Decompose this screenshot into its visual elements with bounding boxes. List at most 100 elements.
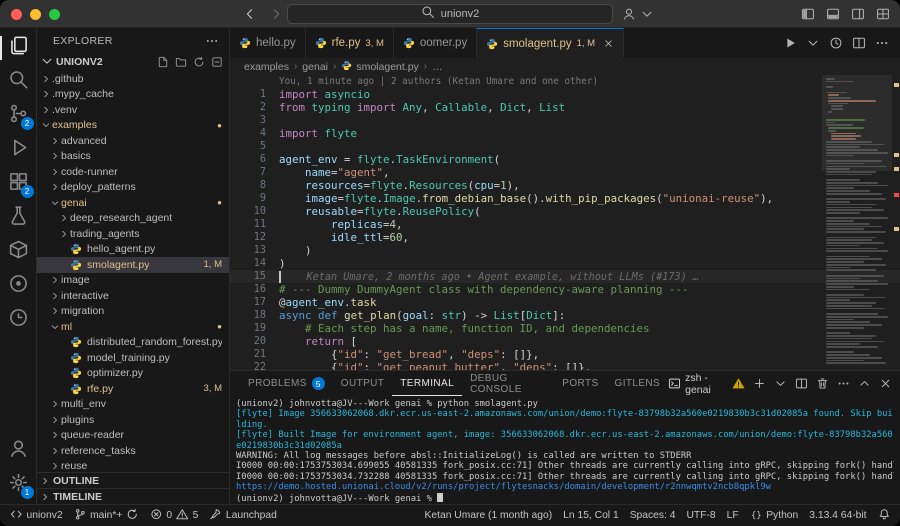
line-number[interactable]: 17 — [230, 296, 266, 309]
customize-layout-button[interactable] — [876, 7, 890, 21]
views-more-actions-button[interactable] — [205, 34, 219, 48]
code-line-20[interactable]: 20 return [ — [230, 335, 900, 348]
activity-settings[interactable]: 1 — [0, 468, 37, 502]
tree-item-queue-reader[interactable]: queue-reader — [37, 428, 229, 444]
status-encoding[interactable]: UTF-8 — [686, 510, 715, 521]
panel-more-actions-button[interactable] — [837, 377, 850, 390]
status-gitlens-blame[interactable]: Ketan Umare (1 month ago) — [425, 510, 553, 521]
tab-smolagent-py[interactable]: smolagent.py1, M — [477, 28, 624, 58]
zoom-window-button[interactable] — [49, 9, 60, 20]
code-line-2[interactable]: 2from typing import Any, Callable, Dict,… — [230, 101, 900, 114]
workspace-section-header[interactable]: UNIONV2 — [37, 53, 229, 71]
line-number[interactable]: 8 — [230, 179, 266, 192]
copilot-caret-icon[interactable] — [640, 7, 654, 26]
status-problems[interactable]: 05 — [150, 508, 198, 524]
new-folder-button[interactable] — [175, 56, 187, 68]
back-icon[interactable] — [243, 7, 257, 21]
tab-hello-py[interactable]: hello.py — [230, 28, 306, 58]
panel-tab-debug-console[interactable]: DEBUG CONSOLE — [462, 371, 554, 396]
section-outline[interactable]: OUTLINE — [37, 472, 229, 488]
breadcrumb-item-smolagent-py[interactable]: smolagent.py — [341, 60, 418, 74]
code-line-9[interactable]: 9 image=flyte.Image.from_debian_base().w… — [230, 192, 900, 205]
tree-item-image[interactable]: image — [37, 273, 229, 289]
panel-tab-terminal[interactable]: TERMINAL — [392, 371, 462, 396]
line-number[interactable]: 15 — [230, 270, 266, 283]
terminal-dropdown-button[interactable] — [774, 377, 787, 390]
tree-item-deploy-patterns[interactable]: deploy_patterns — [37, 180, 229, 196]
new-terminal-button[interactable] — [753, 377, 766, 390]
section-timeline[interactable]: TIMELINE — [37, 488, 229, 504]
activity-source-control[interactable]: 2 — [0, 99, 37, 133]
line-number[interactable]: 5 — [230, 140, 266, 153]
line-number[interactable]: 11 — [230, 218, 266, 231]
tree-item-migration[interactable]: migration — [37, 304, 229, 320]
panel-tab-gitlens[interactable]: GITLENS — [607, 371, 669, 396]
status-python-interpreter[interactable]: 3.13.4 64-bit — [809, 510, 866, 521]
line-number[interactable]: 4 — [230, 127, 266, 140]
line-number[interactable]: 3 — [230, 114, 266, 127]
run-python-file-button[interactable] — [783, 36, 797, 50]
line-number[interactable]: 20 — [230, 335, 266, 348]
tree-item-reuse[interactable]: reuse — [37, 459, 229, 473]
activity-union[interactable] — [0, 269, 37, 303]
maximize-panel-button[interactable] — [858, 377, 871, 390]
code-line-8[interactable]: 8 resources=flyte.Resources(cpu=1), — [230, 179, 900, 192]
split-terminal-button[interactable] — [795, 377, 808, 390]
tree-item-smolagent-py[interactable]: smolagent.py1, M — [37, 257, 229, 273]
panel-tab-output[interactable]: OUTPUT — [333, 371, 393, 396]
tab-rfe-py[interactable]: rfe.py3, M — [306, 28, 394, 58]
code-line-15[interactable]: 15Ketan Umare, 2 months ago • Agent exam… — [230, 270, 900, 283]
code-line-21[interactable]: 21 {"id": "get_bread", "deps": []}, — [230, 348, 900, 361]
line-number[interactable]: 9 — [230, 192, 266, 205]
minimap[interactable] — [822, 75, 892, 370]
terminal[interactable]: (unionv2) johnvotta@JV---Work genai % py… — [230, 396, 900, 504]
activity-search[interactable] — [0, 65, 37, 99]
tree-item-examples[interactable]: examples● — [37, 118, 229, 134]
line-number[interactable]: 18 — [230, 309, 266, 322]
minimize-window-button[interactable] — [30, 9, 41, 20]
tree-item-deep-research-agent[interactable]: deep_research_agent — [37, 211, 229, 227]
tree-item-advanced[interactable]: advanced — [37, 133, 229, 149]
tree-item-hello-agent-py[interactable]: hello_agent.py — [37, 242, 229, 258]
panel-tab-ports[interactable]: PORTS — [554, 371, 606, 396]
tab-oomer-py[interactable]: oomer.py — [394, 28, 477, 58]
line-number[interactable]: 7 — [230, 166, 266, 179]
code-line-16[interactable]: 16# --- Dummy DummyAgent class with depe… — [230, 283, 900, 296]
terminal-tab[interactable]: zsh - genai — [668, 372, 745, 396]
line-number[interactable]: 13 — [230, 244, 266, 257]
close-tab-icon[interactable] — [603, 38, 614, 49]
activity-accounts[interactable] — [0, 434, 37, 468]
toggle-panel-button[interactable] — [826, 7, 840, 21]
tree-item-multi-env[interactable]: multi_env — [37, 397, 229, 413]
line-number[interactable]: 21 — [230, 348, 266, 361]
code-line-6[interactable]: 6agent_env = flyte.TaskEnvironment( — [230, 153, 900, 166]
code-line-10[interactable]: 10 reusable=flyte.ReusePolicy( — [230, 205, 900, 218]
status-notifications[interactable] — [878, 508, 891, 524]
activity-explorer[interactable] — [0, 31, 37, 65]
code-line-7[interactable]: 7 name="agent", — [230, 166, 900, 179]
code-line-5[interactable]: 5 — [230, 140, 900, 153]
new-file-button[interactable] — [157, 56, 169, 68]
code-line-4[interactable]: 4import flyte — [230, 127, 900, 140]
activity-run-and-debug[interactable] — [0, 133, 37, 167]
code-line-17[interactable]: 17@agent_env.task — [230, 296, 900, 309]
code-line-3[interactable]: 3 — [230, 114, 900, 127]
kill-terminal-button[interactable] — [816, 377, 829, 390]
status-eol[interactable]: LF — [727, 510, 739, 521]
close-panel-button[interactable] — [879, 377, 892, 390]
breadcrumb-item-[interactable]: … — [432, 61, 443, 73]
line-number[interactable]: 6 — [230, 153, 266, 166]
status-git-branch[interactable]: main*+ — [74, 508, 139, 524]
panel-tab-problems[interactable]: PROBLEMS5 — [240, 371, 333, 396]
close-window-button[interactable] — [11, 9, 22, 20]
code-line-11[interactable]: 11 replicas=4, — [230, 218, 900, 231]
code-line-12[interactable]: 12 idle_ttl=60, — [230, 231, 900, 244]
tree-item-reference-tasks[interactable]: reference_tasks — [37, 443, 229, 459]
code-line-18[interactable]: 18async def get_plan(goal: str) -> List[… — [230, 309, 900, 322]
code-line-13[interactable]: 13 ) — [230, 244, 900, 257]
line-number[interactable]: 19 — [230, 322, 266, 335]
tree-item-plugins[interactable]: plugins — [37, 412, 229, 428]
breadcrumb-item-genai[interactable]: genai — [302, 61, 328, 73]
toggle-secondary-sidebar-button[interactable] — [851, 7, 865, 21]
forward-icon[interactable] — [269, 7, 283, 21]
